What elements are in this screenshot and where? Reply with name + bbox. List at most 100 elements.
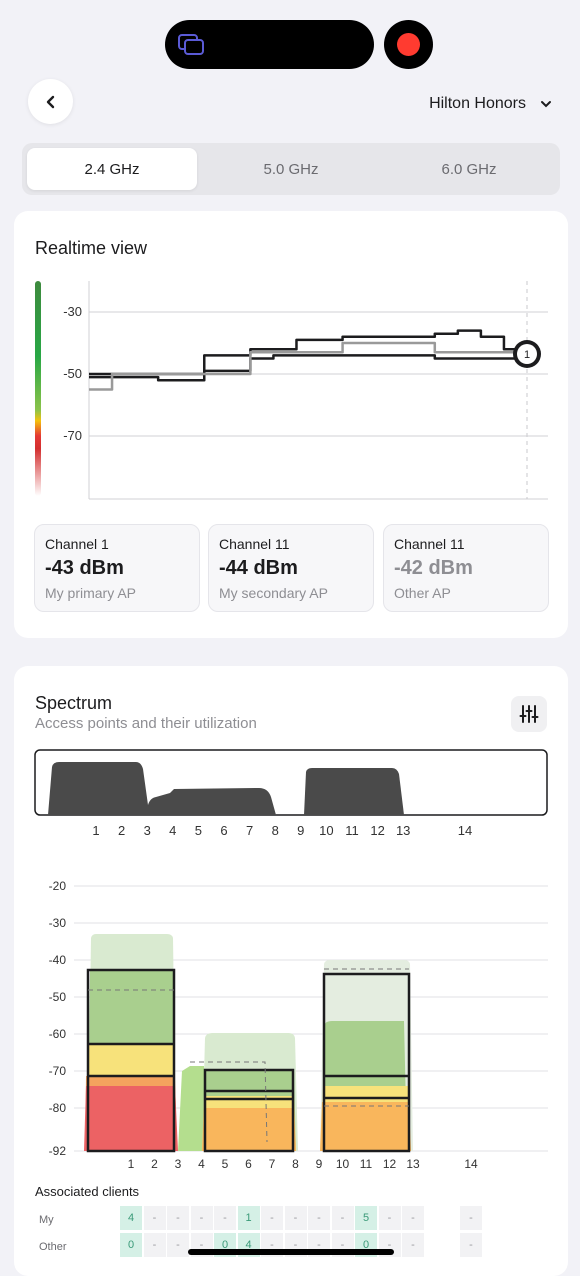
- ap-ch6-orange: [202, 1108, 296, 1151]
- client-count-cell: -: [167, 1233, 189, 1257]
- chevron-left-icon: [46, 95, 54, 108]
- stat-value: -42 dBm: [394, 557, 473, 579]
- clients-row-my-label: My: [39, 1214, 54, 1226]
- spectrum-x-tick: 7: [269, 1157, 276, 1171]
- stat-channel: Channel 11: [219, 536, 290, 552]
- spectrum-x-tick: 12: [383, 1157, 397, 1171]
- dynamic-island: [165, 20, 374, 69]
- stat-label: Other AP: [394, 585, 451, 601]
- client-count-cell: -: [167, 1206, 189, 1230]
- realtime-series-line: [89, 341, 527, 391]
- client-count-cell: 1: [237, 1206, 260, 1230]
- spectrum-x-tick: 14: [464, 1157, 478, 1171]
- spectrum-chart: 1 2 3 4 5 6 7 8 9 10 11 12 13 14 -20-30-40-50-60-70-8…: [34, 749, 548, 1171]
- spectrum-x-tick: 11: [360, 1157, 373, 1171]
- realtime-marker[interactable]: 1: [513, 340, 541, 368]
- signal-strength-scale: [35, 281, 41, 496]
- ap-ch1-group: [84, 934, 178, 1153]
- windows-icon: [178, 34, 204, 55]
- realtime-card: Realtime view -30 -50 -70 1 Channel 1 -4…: [14, 211, 568, 638]
- overview-x-tick: 12: [370, 823, 384, 838]
- spectrum-x-tick: 2: [151, 1157, 158, 1171]
- client-count-cell: 4: [120, 1206, 142, 1230]
- client-count-cell: -: [143, 1206, 166, 1230]
- stat-label: My primary AP: [45, 585, 137, 601]
- tab-5-0-ghz[interactable]: 5.0 GHz: [206, 148, 376, 190]
- spectrum-x-tick: 1: [128, 1157, 135, 1171]
- spectrum-x-tick: 4: [198, 1157, 205, 1171]
- ap-ch11-group: [320, 960, 413, 1153]
- overview-area-ch11: [304, 768, 404, 815]
- realtime-y-tick: -30: [63, 304, 82, 319]
- stat-channel: Channel 11: [394, 536, 465, 552]
- spectrum-card: Spectrum Access points and their utiliza…: [14, 666, 568, 1276]
- clients-row-other-label: Other: [39, 1241, 67, 1253]
- client-count-cell: -: [331, 1206, 354, 1230]
- home-indicator: [188, 1249, 394, 1255]
- stat-label: My secondary AP: [219, 585, 328, 601]
- stat-value: -43 dBm: [45, 557, 124, 579]
- realtime-series-line: [89, 354, 527, 376]
- client-count-cell: -: [261, 1206, 283, 1230]
- client-count-cell: -: [190, 1206, 213, 1230]
- chevron-down-icon: [541, 101, 551, 108]
- spectrum-y-tick: -40: [49, 953, 67, 967]
- spectrum-y-tick: -92: [49, 1144, 67, 1158]
- associated-clients-title: Associated clients: [35, 1184, 140, 1199]
- overview-x-tick: 6: [220, 823, 227, 838]
- band-tabs: 2.4 GHz 5.0 GHz 6.0 GHz: [22, 143, 560, 195]
- overview-x-tick: 11: [345, 823, 359, 838]
- client-count-cell: -: [402, 1233, 424, 1257]
- stat-primary-ap[interactable]: Channel 1 -43 dBm My primary AP: [34, 524, 200, 612]
- spectrum-y-tick: -30: [49, 916, 67, 930]
- overview-x-tick: 14: [458, 823, 472, 838]
- client-count-cell: -: [378, 1206, 401, 1230]
- screen-recording-indicator[interactable]: [384, 20, 433, 69]
- spectrum-y-tick: -50: [49, 990, 67, 1004]
- network-name: Hilton Honors: [429, 95, 526, 112]
- realtime-y-tick: -70: [63, 428, 82, 443]
- spectrum-x-tick: 9: [316, 1157, 323, 1171]
- spectrum-x-tick: 10: [336, 1157, 350, 1171]
- overview-x-tick: 9: [297, 823, 304, 838]
- client-count-cell: -: [402, 1206, 424, 1230]
- realtime-chart: -30 -50 -70 1: [35, 281, 548, 500]
- record-dot-icon: [397, 33, 420, 56]
- realtime-y-tick: -50: [63, 366, 82, 381]
- ap-ch11-orange: [320, 1102, 411, 1151]
- stat-other-ap[interactable]: Channel 11 -42 dBm Other AP: [383, 524, 549, 612]
- ap-ch6-group: [178, 1033, 298, 1153]
- spectrum-x-tick: 6: [245, 1157, 252, 1171]
- spectrum-x-tick: 3: [175, 1157, 182, 1171]
- stat-value: -44 dBm: [219, 557, 298, 579]
- overview-x-tick: 10: [319, 823, 333, 838]
- client-count-cell: -: [284, 1206, 307, 1230]
- spectrum-x-tick: 13: [406, 1157, 420, 1171]
- tab-6-0-ghz[interactable]: 6.0 GHz: [384, 148, 554, 190]
- spectrum-y-tick: -20: [49, 879, 67, 893]
- back-button[interactable]: [28, 79, 73, 124]
- tab-2-4-ghz[interactable]: 2.4 GHz: [27, 148, 197, 190]
- stat-channel: Channel 1: [45, 536, 109, 552]
- overview-x-tick: 2: [118, 823, 125, 838]
- spectrum-x-tick: 8: [292, 1157, 299, 1171]
- overview-x-tick: 8: [272, 823, 279, 838]
- client-count-cell: -: [460, 1233, 482, 1257]
- ap-ch1-red: [84, 1086, 178, 1151]
- network-selector[interactable]: Hilton Honors: [429, 95, 552, 113]
- spectrum-y-tick: -80: [49, 1101, 67, 1115]
- client-count-cell: -: [143, 1233, 166, 1257]
- client-count-cell: 5: [355, 1206, 377, 1230]
- spectrum-x-tick: 5: [222, 1157, 229, 1171]
- overview-x-tick: 13: [396, 823, 410, 838]
- stat-secondary-ap[interactable]: Channel 11 -44 dBm My secondary AP: [208, 524, 374, 612]
- client-count-cell: -: [460, 1206, 482, 1230]
- client-count-cell: -: [214, 1206, 236, 1230]
- spectrum-y-tick: -70: [49, 1064, 67, 1078]
- spectrum-y-tick: -60: [49, 1027, 67, 1041]
- overview-x-tick: 7: [246, 823, 253, 838]
- overview-x-tick: 1: [92, 823, 99, 838]
- marker-label: 1: [524, 349, 530, 361]
- client-count-cell: -: [308, 1206, 330, 1230]
- client-count-cell: 0: [120, 1233, 142, 1257]
